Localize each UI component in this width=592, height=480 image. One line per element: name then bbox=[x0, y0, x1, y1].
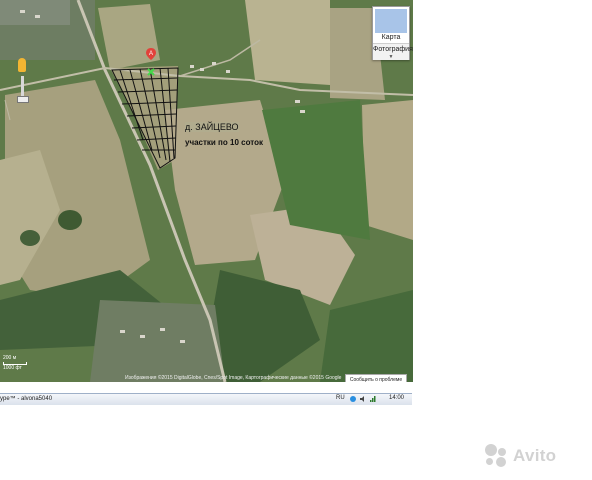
location-pin-icon[interactable]: A bbox=[146, 48, 156, 60]
scale-meters: 200 м bbox=[3, 355, 17, 361]
network-icon[interactable] bbox=[370, 396, 376, 402]
avito-logo-icon bbox=[485, 444, 509, 468]
village-label: д. ЗАЙЦЕВО bbox=[185, 122, 239, 132]
skype-tray-icon[interactable] bbox=[350, 396, 356, 402]
zoom-slider-handle[interactable] bbox=[17, 96, 29, 103]
map-type-satellite-button[interactable]: Фотография ▼ bbox=[373, 43, 413, 60]
map-type-map-button[interactable]: Карта bbox=[373, 34, 409, 42]
street-view-pegman-icon[interactable] bbox=[18, 58, 26, 72]
pin-letter: A bbox=[149, 51, 153, 57]
map-scale: 200 м 1000 фт bbox=[3, 355, 27, 372]
taskbar: RU 14:00 bbox=[0, 393, 412, 405]
map-thumbnail-icon bbox=[375, 9, 407, 33]
map-imagery bbox=[0, 0, 413, 382]
system-clock[interactable]: 14:00 bbox=[389, 395, 404, 401]
map-attribution: Изображения ©2015 DigitalGlobe, Cnes/Spo… bbox=[125, 375, 342, 381]
language-indicator[interactable]: RU bbox=[336, 395, 345, 401]
plots-label: участки по 10 соток bbox=[185, 138, 263, 147]
report-problem-button[interactable]: Сообщить о проблеме bbox=[345, 374, 407, 382]
plot-marker-icon bbox=[147, 68, 155, 76]
volume-icon[interactable] bbox=[360, 396, 366, 402]
chevron-down-icon: ▼ bbox=[388, 54, 394, 60]
window-title: ype™ - alvona5040 bbox=[0, 396, 53, 402]
satellite-map[interactable]: A Карта Фотография ▼ д. ЗАЙЦЕВО участки … bbox=[0, 0, 413, 382]
avito-watermark: Avito bbox=[485, 444, 556, 468]
satellite-label: Фотография bbox=[373, 46, 413, 53]
avito-brand: Avito bbox=[513, 446, 557, 465]
scale-feet: 1000 фт bbox=[3, 365, 22, 371]
map-type-control[interactable]: Карта Фотография ▼ bbox=[372, 6, 413, 60]
